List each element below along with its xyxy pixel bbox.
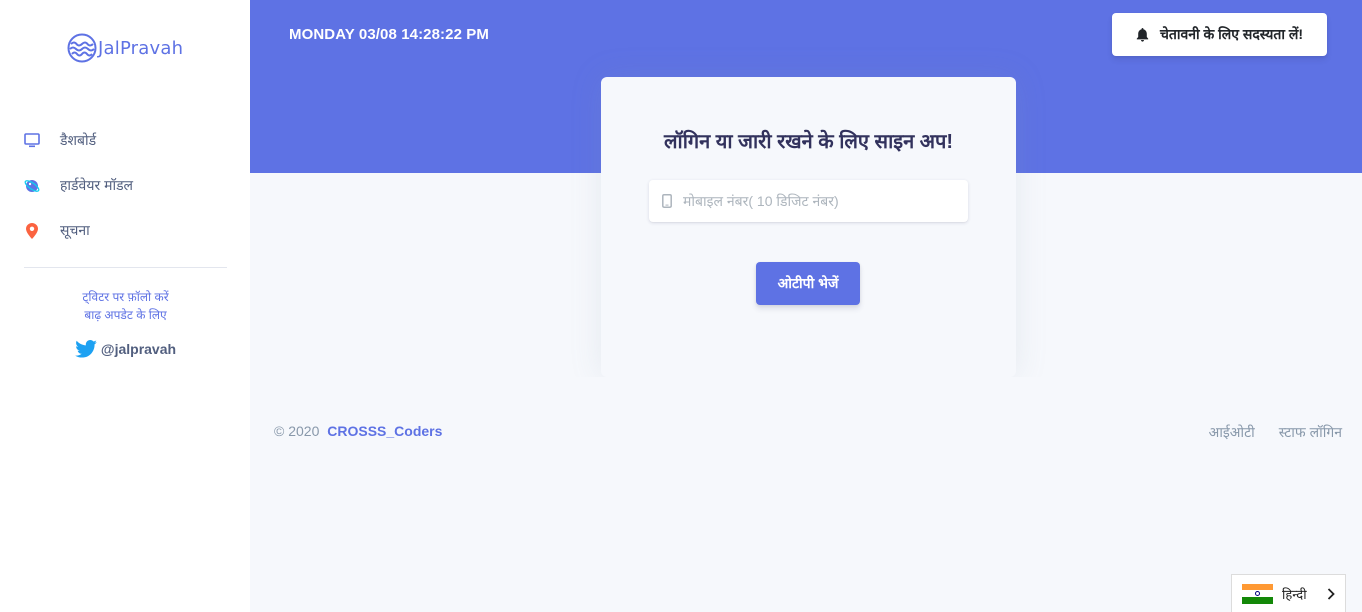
follow-line-1: ट्विटर पर फ़ॉलो करें <box>82 290 169 304</box>
team-link[interactable]: CROSSS_Coders <box>327 423 442 439</box>
copyright-text: © 2020 <box>274 423 320 439</box>
lower-background <box>250 486 1362 612</box>
sidebar-item-dashboard[interactable]: डैशबोर्ड <box>24 118 227 163</box>
login-card <box>601 77 1016 377</box>
language-label: हिन्दी <box>1282 586 1307 602</box>
footer-link-iot[interactable]: आईओटी <box>1209 423 1255 442</box>
sidebar-item-label: हार्डवेयर मॉडल <box>60 177 134 193</box>
subscribe-label: चेतावनी के लिए सदस्यता लें! <box>1159 26 1304 42</box>
planet-icon <box>24 178 40 194</box>
current-datetime: MONDAY 03/08 14:28:22 PM <box>289 26 489 43</box>
twitter-follow-text: ट्विटर पर फ़ॉलो करें बाढ़ अपडेट के लिए <box>24 288 227 324</box>
subscribe-alerts-button[interactable]: चेतावनी के लिए सदस्यता लें! <box>1112 13 1327 56</box>
copyright: © 2020 CROSSS_Coders <box>274 423 442 439</box>
sidebar: JalPravah डैशबोर्ड हार्डवेयर मॉडल सूचना … <box>0 0 250 612</box>
login-title: लॉगिन या जारी रखने के लिए साइन अप! <box>663 131 954 153</box>
footer-links: आईओटी स्टाफ लॉगिन <box>1185 423 1342 442</box>
twitter-handle: @jalpravah <box>100 341 177 357</box>
footer-link-staff-login[interactable]: स्टाफ लॉगिन <box>1279 423 1342 442</box>
sidebar-nav: डैशबोर्ड हार्डवेयर मॉडल सूचना <box>24 118 227 253</box>
pin-icon <box>24 222 40 239</box>
sidebar-item-label: सूचना <box>60 222 90 238</box>
sidebar-item-label: डैशबोर्ड <box>60 132 97 148</box>
send-otp-button[interactable]: ओटीपी भेजें <box>756 262 860 305</box>
bell-icon <box>1136 27 1149 42</box>
brand-name: JalPravah <box>98 37 184 59</box>
twitter-bird-icon <box>75 340 97 358</box>
phone-input-group[interactable] <box>649 180 968 222</box>
sidebar-item-notification[interactable]: सूचना <box>24 208 227 253</box>
mobile-phone-icon <box>662 194 672 208</box>
language-selector[interactable]: हिन्दी <box>1231 574 1346 612</box>
sidebar-divider <box>24 267 227 268</box>
brand-logo[interactable]: JalPravah <box>67 31 183 65</box>
chevron-right-icon <box>1327 587 1335 600</box>
sidebar-item-hardware-model[interactable]: हार्डवेयर मॉडल <box>24 163 227 208</box>
footer: © 2020 CROSSS_Coders आईओटी स्टाफ लॉगिन <box>250 377 1362 486</box>
mobile-number-input[interactable] <box>683 193 953 209</box>
twitter-link[interactable]: @jalpravah <box>24 340 227 358</box>
india-flag-icon <box>1242 583 1273 604</box>
monitor-icon <box>24 133 40 149</box>
waves-logo-icon <box>67 33 97 63</box>
follow-line-2: बाढ़ अपडेट के लिए <box>84 308 167 322</box>
